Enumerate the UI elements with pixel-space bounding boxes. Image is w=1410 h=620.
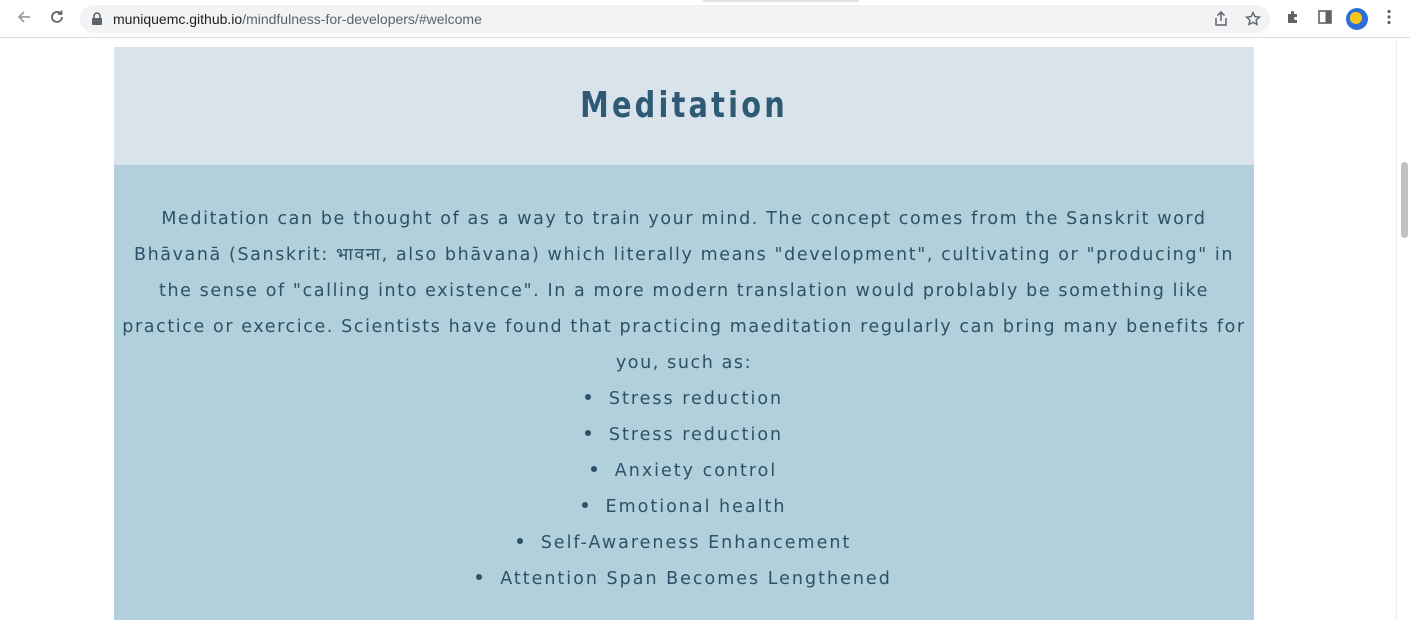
bullet-icon bbox=[584, 430, 591, 436]
section-title: Meditation bbox=[580, 85, 788, 126]
side-panel-icon bbox=[1317, 9, 1333, 30]
bullet-icon bbox=[516, 538, 523, 544]
bullet-icon bbox=[581, 502, 588, 508]
bullet-icon bbox=[584, 394, 591, 400]
browser-toolbar: muniquemc.github.io/mindfulness-for-deve… bbox=[0, 0, 1410, 38]
section-body: Meditation can be thought of as a way to… bbox=[114, 165, 1254, 620]
star-icon[interactable] bbox=[1243, 9, 1263, 29]
reload-icon bbox=[48, 8, 66, 31]
extensions-button[interactable] bbox=[1281, 7, 1305, 31]
benefit-text: Stress reduction bbox=[608, 425, 784, 445]
active-tab-edge bbox=[703, 0, 859, 2]
benefits-list: Stress reduction Stress reduction Anxiet… bbox=[114, 381, 1254, 597]
list-item: Attention Span Becomes Lengthened bbox=[114, 561, 1254, 597]
section-header: Meditation bbox=[114, 47, 1254, 165]
intro-paragraph: Meditation can be thought of as a way to… bbox=[122, 209, 1246, 373]
url-host: muniquemc.github.io bbox=[113, 11, 243, 27]
benefit-text: Attention Span Becomes Lengthened bbox=[500, 569, 892, 589]
benefit-text: Self-Awareness Enhancement bbox=[540, 533, 852, 553]
vertical-scrollbar[interactable] bbox=[1396, 38, 1410, 620]
kebab-menu-icon bbox=[1387, 9, 1391, 30]
url-text[interactable]: muniquemc.github.io/mindfulness-for-deve… bbox=[113, 11, 482, 27]
benefit-text: Anxiety control bbox=[614, 461, 778, 481]
list-item: Self-Awareness Enhancement bbox=[114, 525, 1254, 561]
list-item: Emotional health bbox=[114, 489, 1254, 525]
scrollbar-thumb[interactable] bbox=[1401, 162, 1408, 238]
share-icon[interactable] bbox=[1211, 9, 1231, 29]
bullet-icon bbox=[590, 466, 597, 472]
list-item: Stress reduction bbox=[114, 381, 1254, 417]
puzzle-icon bbox=[1285, 9, 1301, 30]
benefit-text: Emotional health bbox=[605, 497, 787, 517]
lock-icon[interactable] bbox=[90, 12, 104, 26]
url-path: /mindfulness-for-developers/#welcome bbox=[242, 11, 482, 27]
back-button[interactable] bbox=[12, 7, 36, 31]
arrow-left-icon bbox=[15, 8, 33, 31]
browser-menu-button[interactable] bbox=[1377, 7, 1401, 31]
avatar[interactable] bbox=[1346, 8, 1368, 30]
address-bar[interactable]: muniquemc.github.io/mindfulness-for-deve… bbox=[80, 5, 1270, 33]
side-panel-button[interactable] bbox=[1313, 7, 1337, 31]
reload-button[interactable] bbox=[45, 7, 69, 31]
bullet-icon bbox=[476, 574, 483, 580]
list-item: Stress reduction bbox=[114, 417, 1254, 453]
page-viewport: Meditation Meditation can be thought of … bbox=[0, 38, 1396, 620]
meditation-section: Meditation Meditation can be thought of … bbox=[114, 47, 1254, 620]
list-item: Anxiety control bbox=[114, 453, 1254, 489]
benefit-text: Stress reduction bbox=[608, 389, 784, 409]
